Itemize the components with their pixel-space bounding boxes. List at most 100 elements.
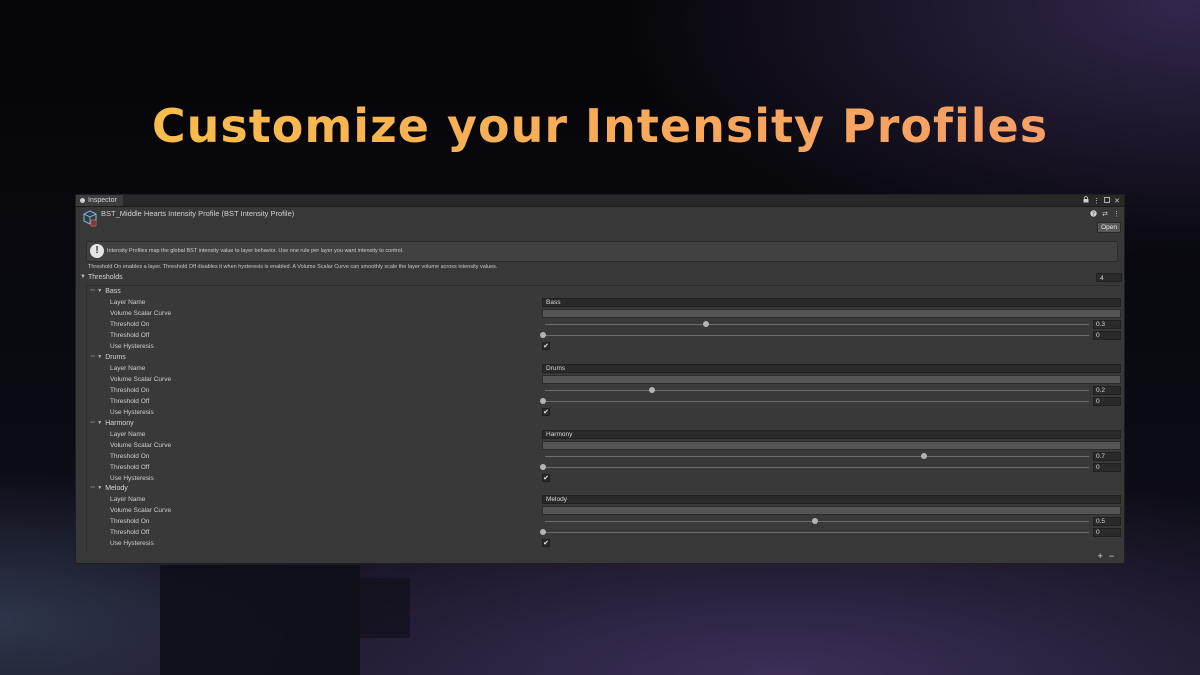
threshold-off-label: Threshold Off (110, 398, 150, 405)
layer-name-label: Layer Name (110, 365, 146, 372)
threshold-off-slider[interactable] (545, 401, 1089, 402)
tab-inspector[interactable]: Inspector (76, 195, 123, 206)
background-block (160, 565, 360, 675)
info-helpbox: ! Intensity Profiles map the global BST … (86, 241, 1118, 262)
drag-handle-icon[interactable]: = = (90, 354, 95, 360)
layer-name-label: Layer Name (110, 299, 146, 306)
use-hysteresis-checkbox[interactable]: ✔ (542, 539, 550, 547)
volume-curve-label: Volume Scalar Curve (110, 507, 172, 514)
window-controls: ⋮ ✕ (1083, 195, 1120, 206)
lock-icon[interactable] (1083, 196, 1089, 205)
foldout-arrow-icon[interactable]: ▼ (97, 485, 102, 491)
headline: Customize your Intensity Profiles (0, 96, 1200, 156)
volume-curve-label: Volume Scalar Curve (110, 442, 172, 449)
threshold-on-slider[interactable] (545, 390, 1089, 391)
threshold-on-slider-handle[interactable] (921, 453, 927, 459)
volume-curve-label: Volume Scalar Curve (110, 310, 172, 317)
threshold-on-slider-handle[interactable] (703, 321, 709, 327)
tab-label: Inspector (88, 197, 117, 204)
foldout-arrow-icon[interactable]: ▼ (97, 288, 102, 294)
element-header[interactable]: = = ▼ Drums (90, 352, 126, 362)
inspector-window: Inspector ⋮ ✕ BST_Middle Hearts Intensit… (75, 194, 1125, 564)
header-icons: ? ⇄ ⋮ (1090, 210, 1120, 219)
threshold-off-slider[interactable] (545, 335, 1089, 336)
element-header[interactable]: = = ▼ Harmony (90, 418, 134, 428)
layer-name-field[interactable]: Bass (542, 298, 1121, 307)
foldout-arrow-icon[interactable]: ▼ (80, 274, 86, 280)
description-text: Threshold On enables a layer. Threshold … (88, 264, 498, 270)
threshold-off-label: Threshold Off (110, 332, 150, 339)
layer-name-label: Layer Name (110, 431, 146, 438)
threshold-on-label: Threshold On (110, 518, 150, 525)
element-header[interactable]: = = ▼ Melody (90, 483, 128, 493)
threshold-off-slider-handle[interactable] (540, 464, 546, 470)
presets-icon[interactable]: ⇄ (1102, 210, 1108, 219)
threshold-off-label: Threshold Off (110, 464, 150, 471)
use-hysteresis-checkbox[interactable]: ✔ (542, 408, 550, 416)
svg-text:?: ? (1092, 211, 1095, 217)
kebab-menu-icon[interactable]: ⋮ (1093, 197, 1100, 205)
threshold-on-label: Threshold On (110, 453, 150, 460)
threshold-off-slider-handle[interactable] (540, 332, 546, 338)
drag-handle-icon[interactable]: = = (90, 485, 95, 491)
thresholds-size-field[interactable]: 4 (1096, 273, 1122, 282)
remove-element-button[interactable]: − (1109, 551, 1114, 561)
background-block-small (360, 578, 410, 638)
threshold-on-slider[interactable] (545, 456, 1089, 457)
use-hysteresis-label: Use Hysteresis (110, 540, 154, 547)
volume-curve-field[interactable] (542, 506, 1121, 515)
threshold-on-slider-handle[interactable] (649, 387, 655, 393)
open-button[interactable]: Open (1097, 222, 1121, 233)
threshold-on-label: Threshold On (110, 321, 150, 328)
asset-title: BST_Middle Hearts Intensity Profile (BST… (101, 209, 295, 218)
threshold-on-value[interactable]: 0.3 (1093, 320, 1121, 329)
foldout-arrow-icon[interactable]: ▼ (97, 420, 102, 426)
layer-name-field[interactable]: Drums (542, 364, 1121, 373)
use-hysteresis-label: Use Hysteresis (110, 475, 154, 482)
drag-handle-icon[interactable]: = = (90, 288, 95, 294)
threshold-off-slider-handle[interactable] (540, 529, 546, 535)
maximize-icon[interactable] (1104, 196, 1111, 205)
threshold-off-slider[interactable] (545, 532, 1089, 533)
info-text: Intensity Profiles map the global BST in… (107, 248, 404, 254)
threshold-on-value[interactable]: 0.2 (1093, 386, 1121, 395)
threshold-on-value[interactable]: 0.7 (1093, 452, 1121, 461)
thresholds-list: = = ▼ Bass Layer Name Bass Volume Scalar… (86, 285, 1121, 551)
info-icon: ! (90, 244, 104, 258)
element-header[interactable]: = = ▼ Bass (90, 286, 121, 296)
volume-curve-field[interactable] (542, 375, 1121, 384)
info-dot-icon (80, 198, 85, 203)
volume-curve-field[interactable] (542, 441, 1121, 450)
threshold-off-value[interactable]: 0 (1093, 331, 1121, 340)
thresholds-foldout[interactable]: ▼ Thresholds 4 (78, 273, 1122, 284)
threshold-off-value[interactable]: 0 (1093, 397, 1121, 406)
volume-curve-field[interactable] (542, 309, 1121, 318)
help-icon[interactable]: ? (1090, 210, 1097, 219)
threshold-off-slider[interactable] (545, 467, 1089, 468)
use-hysteresis-checkbox[interactable]: ✔ (542, 342, 550, 350)
asset-header: BST_Middle Hearts Intensity Profile (BST… (76, 207, 1124, 233)
threshold-on-slider-handle[interactable] (812, 518, 818, 524)
threshold-off-slider-handle[interactable] (540, 398, 546, 404)
element-name: Harmony (105, 419, 134, 427)
element-name: Drums (105, 353, 126, 361)
threshold-on-label: Threshold On (110, 387, 150, 394)
threshold-on-slider[interactable] (545, 324, 1089, 325)
threshold-off-label: Threshold Off (110, 529, 150, 536)
thresholds-label: Thresholds (88, 274, 123, 281)
add-element-button[interactable]: + (1097, 551, 1102, 561)
inspector-tabbar: Inspector ⋮ ✕ (76, 195, 1124, 207)
use-hysteresis-checkbox[interactable]: ✔ (542, 474, 550, 482)
foldout-arrow-icon[interactable]: ▼ (97, 354, 102, 360)
threshold-on-value[interactable]: 0.5 (1093, 517, 1121, 526)
drag-handle-icon[interactable]: = = (90, 420, 95, 426)
threshold-off-value[interactable]: 0 (1093, 463, 1121, 472)
layer-name-field[interactable]: Harmony (542, 430, 1121, 439)
layer-name-field[interactable]: Melody (542, 495, 1121, 504)
threshold-off-value[interactable]: 0 (1093, 528, 1121, 537)
context-menu-icon[interactable]: ⋮ (1113, 210, 1120, 219)
scriptable-object-icon (82, 210, 98, 227)
list-footer: + − (1097, 551, 1114, 561)
close-icon[interactable]: ✕ (1114, 197, 1120, 205)
layer-name-label: Layer Name (110, 496, 146, 503)
